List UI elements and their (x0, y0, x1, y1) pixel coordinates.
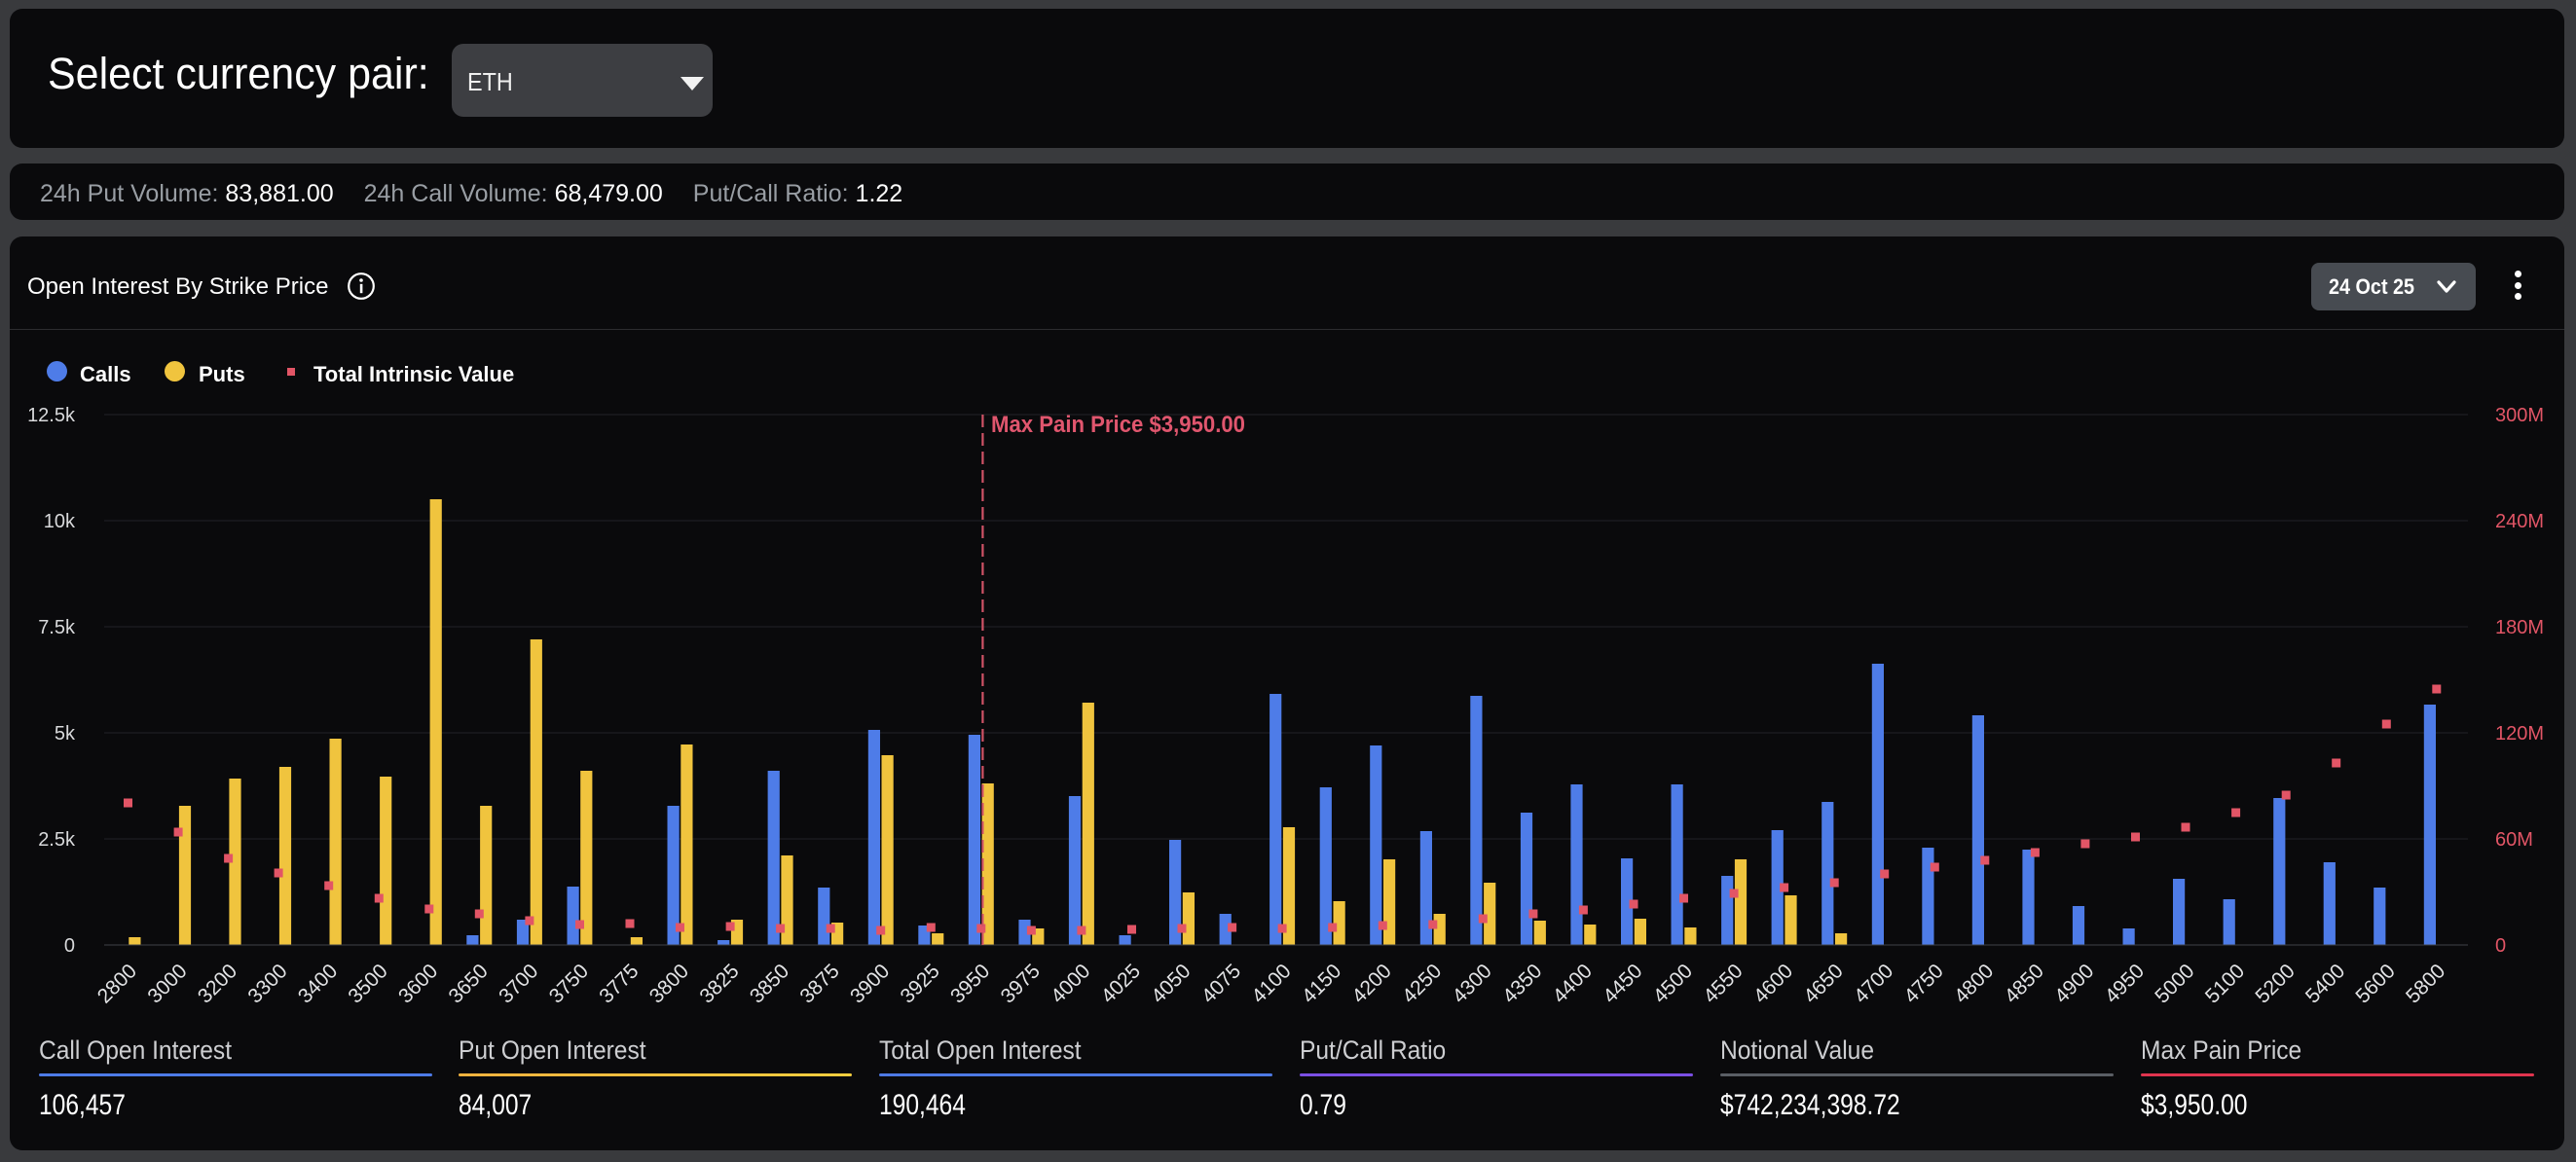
svg-text:4900: 4900 (2050, 960, 2098, 1007)
svg-text:5800: 5800 (2402, 960, 2449, 1007)
svg-text:5200: 5200 (2251, 960, 2299, 1007)
svg-text:3300: 3300 (243, 960, 291, 1007)
svg-text:4075: 4075 (1197, 960, 1245, 1007)
svg-text:4650: 4650 (1799, 960, 1847, 1007)
svg-text:10k: 10k (44, 511, 76, 532)
svg-text:2800: 2800 (93, 960, 141, 1007)
svg-text:3200: 3200 (194, 960, 241, 1007)
svg-text:3600: 3600 (394, 960, 442, 1007)
svg-text:3700: 3700 (495, 960, 542, 1007)
svg-text:2.5k: 2.5k (38, 829, 76, 851)
svg-text:4750: 4750 (1900, 960, 1948, 1007)
svg-text:3875: 3875 (795, 960, 843, 1007)
svg-text:Max Pain Price $3,950.00: Max Pain Price $3,950.00 (991, 412, 1245, 438)
svg-text:4450: 4450 (1599, 960, 1646, 1007)
svg-text:300M: 300M (2495, 405, 2544, 426)
svg-text:4100: 4100 (1247, 960, 1295, 1007)
svg-text:4950: 4950 (2101, 960, 2149, 1007)
svg-text:5600: 5600 (2351, 960, 2399, 1007)
svg-text:0: 0 (64, 935, 75, 957)
svg-text:3000: 3000 (143, 960, 191, 1007)
svg-text:4600: 4600 (1749, 960, 1797, 1007)
svg-text:3975: 3975 (997, 960, 1045, 1007)
svg-text:3850: 3850 (746, 960, 793, 1007)
svg-text:5000: 5000 (2151, 960, 2198, 1007)
svg-text:3775: 3775 (595, 960, 643, 1007)
svg-text:4400: 4400 (1549, 960, 1597, 1007)
svg-text:4050: 4050 (1147, 960, 1195, 1007)
svg-text:5100: 5100 (2201, 960, 2249, 1007)
svg-text:3925: 3925 (897, 960, 944, 1007)
svg-text:4700: 4700 (1850, 960, 1897, 1007)
svg-text:60M: 60M (2495, 829, 2533, 851)
svg-text:3900: 3900 (846, 960, 894, 1007)
svg-text:3825: 3825 (695, 960, 743, 1007)
svg-text:4200: 4200 (1347, 960, 1395, 1007)
svg-text:5k: 5k (55, 723, 76, 744)
svg-text:3950: 3950 (946, 960, 994, 1007)
svg-text:4850: 4850 (2001, 960, 2048, 1007)
svg-text:3750: 3750 (545, 960, 593, 1007)
svg-text:4500: 4500 (1649, 960, 1697, 1007)
svg-text:3800: 3800 (645, 960, 693, 1007)
svg-text:0: 0 (2495, 935, 2506, 957)
svg-text:3650: 3650 (445, 960, 493, 1007)
svg-text:240M: 240M (2495, 511, 2544, 532)
svg-text:4800: 4800 (1950, 960, 1998, 1007)
svg-text:4025: 4025 (1097, 960, 1145, 1007)
svg-text:4250: 4250 (1398, 960, 1446, 1007)
svg-text:3400: 3400 (294, 960, 342, 1007)
svg-text:4350: 4350 (1498, 960, 1546, 1007)
svg-text:7.5k: 7.5k (38, 617, 76, 638)
svg-text:5400: 5400 (2301, 960, 2349, 1007)
svg-text:12.5k: 12.5k (27, 405, 76, 426)
svg-text:120M: 120M (2495, 723, 2544, 744)
svg-text:4150: 4150 (1298, 960, 1345, 1007)
svg-text:4000: 4000 (1047, 960, 1094, 1007)
svg-text:180M: 180M (2495, 617, 2544, 638)
svg-text:3500: 3500 (344, 960, 391, 1007)
svg-text:4550: 4550 (1699, 960, 1747, 1007)
svg-text:4300: 4300 (1449, 960, 1496, 1007)
